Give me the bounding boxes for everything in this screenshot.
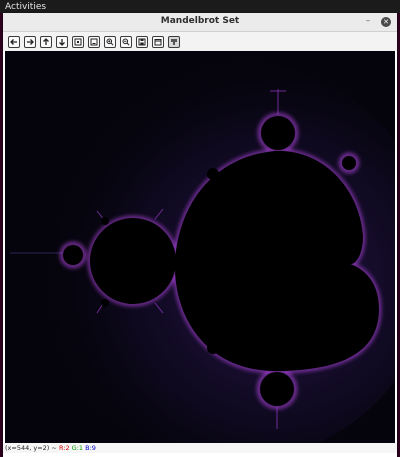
zoom-fit-icon [90, 38, 98, 45]
save-image-icon [138, 38, 146, 45]
pan-right-button[interactable] [24, 35, 36, 48]
pixel-red-value: R:2 [58, 444, 70, 452]
zoom-fit-button[interactable] [88, 35, 100, 48]
pixel-blue-value: B:9 [85, 444, 96, 452]
status-bar: (x=544, y=2) ~ R:2 G:1 B:9 [3, 443, 397, 453]
activities-button[interactable]: Activities [0, 2, 46, 12]
properties-icon [171, 38, 177, 45]
window-title: Mandelbrot Set [160, 16, 240, 26]
app-window: Mandelbrot Set – ✕ (x=544, y=2) ~ R:2 G:… [3, 13, 397, 457]
pan-right-icon [27, 38, 34, 45]
pan-up-icon [43, 37, 49, 45]
toolbar [3, 32, 397, 51]
minimize-button[interactable]: – [363, 16, 373, 26]
mandelbrot-canvas[interactable] [5, 51, 395, 443]
mandelbrot-fractal [5, 51, 395, 443]
zoom-in-button[interactable] [104, 35, 116, 48]
save-image-button[interactable] [136, 35, 148, 48]
cursor-coords: (x=544, y=2) ~ [5, 444, 57, 452]
properties-button[interactable] [168, 35, 180, 48]
copy-image-icon [154, 38, 162, 45]
pan-down-icon [59, 38, 65, 46]
copy-image-button[interactable] [152, 35, 164, 48]
zoom-in-icon [106, 38, 114, 46]
zoom-to-rect-button[interactable] [72, 35, 84, 48]
system-top-bar: Activities [0, 0, 400, 13]
zoom-out-button[interactable] [120, 35, 132, 48]
title-bar[interactable]: Mandelbrot Set – ✕ [3, 13, 397, 32]
zoom-out-icon [122, 38, 130, 46]
close-button[interactable]: ✕ [381, 17, 391, 27]
pan-up-button[interactable] [40, 35, 52, 48]
pan-left-button[interactable] [8, 35, 20, 48]
pixel-green-value: G:1 [71, 444, 84, 452]
pan-left-icon [10, 38, 17, 45]
pan-down-button[interactable] [56, 35, 68, 48]
zoom-to-rect-icon [74, 38, 82, 45]
